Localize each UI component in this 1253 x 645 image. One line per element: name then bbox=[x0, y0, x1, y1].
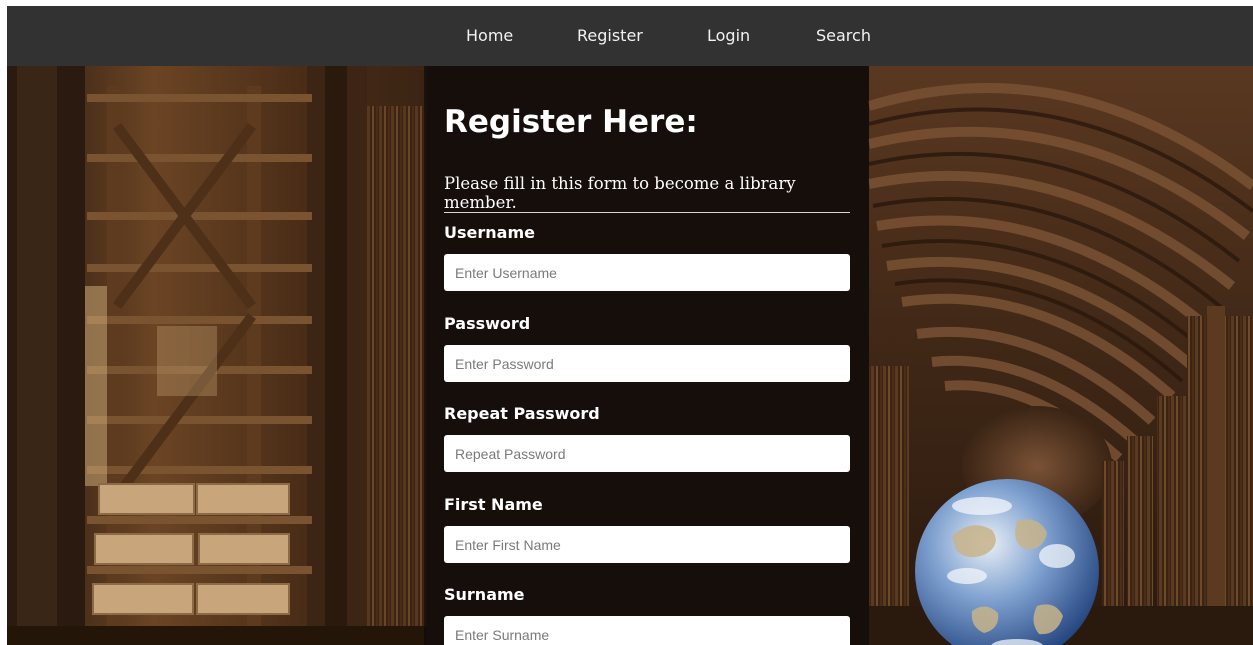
form-title: Register Here: bbox=[444, 104, 698, 140]
surname-label: Surname bbox=[444, 585, 525, 604]
page-frame: Home Register Login Search Register Here… bbox=[7, 6, 1253, 645]
password-label: Password bbox=[444, 314, 531, 333]
top-navbar: Home Register Login Search bbox=[7, 6, 1253, 66]
form-subtitle: Please fill in this form to become a lib… bbox=[444, 174, 796, 212]
nav-search-link[interactable]: Search bbox=[816, 6, 871, 66]
password-input[interactable] bbox=[444, 345, 850, 382]
first-name-label: First Name bbox=[444, 495, 543, 514]
repeat-password-label: Repeat Password bbox=[444, 404, 600, 423]
first-name-input[interactable] bbox=[444, 526, 850, 563]
register-form-panel: Register Here: Please fill in this form … bbox=[424, 66, 869, 645]
username-label: Username bbox=[444, 223, 535, 242]
form-divider bbox=[444, 212, 850, 213]
nav-login-link[interactable]: Login bbox=[707, 6, 750, 66]
username-input[interactable] bbox=[444, 254, 850, 291]
surname-input[interactable] bbox=[444, 616, 850, 645]
nav-register-link[interactable]: Register bbox=[577, 6, 643, 66]
repeat-password-input[interactable] bbox=[444, 435, 850, 472]
nav-home-link[interactable]: Home bbox=[466, 6, 513, 66]
